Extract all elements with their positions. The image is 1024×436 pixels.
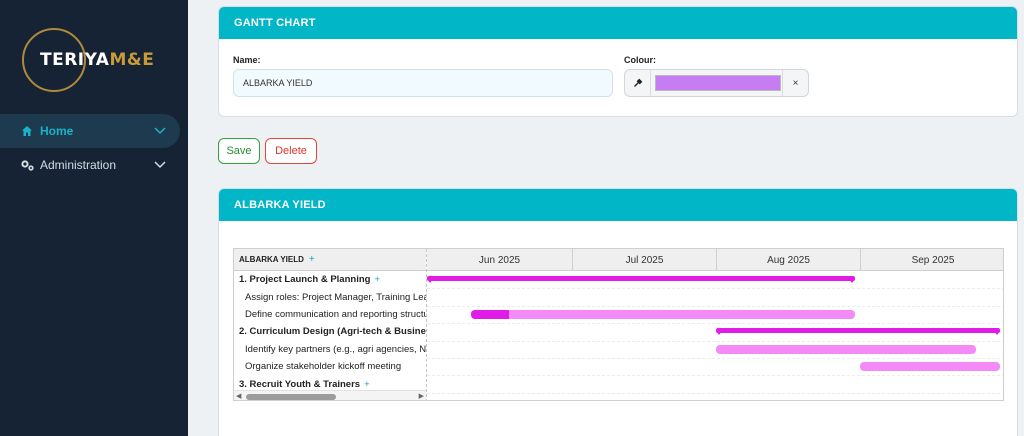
name-field[interactable]: ALBARKA YIELD xyxy=(233,69,613,97)
save-button[interactable]: Save xyxy=(218,138,260,164)
task-grid: ALBARKA YIELD + 1. Project Launch & Plan… xyxy=(234,249,427,400)
sidebar-item-home[interactable]: Home xyxy=(0,114,180,148)
task-progress xyxy=(470,309,509,319)
row-label: Assign roles: Project Manager, Training … xyxy=(245,291,426,303)
task-bar[interactable] xyxy=(470,309,856,319)
brand-logo: TERIYAM&E xyxy=(22,26,162,96)
task-row[interactable]: Define communication and reporting struc… xyxy=(234,306,426,323)
gantt-card: ALBARKA YIELD ALBARKA YIELD + 1. Project… xyxy=(218,188,1018,436)
row-gridline xyxy=(427,392,1003,394)
task-bar[interactable] xyxy=(860,362,1001,371)
row-gridline xyxy=(427,288,1003,290)
task-row[interactable]: Organize stakeholder kickoff meeting xyxy=(234,358,426,375)
phase-bar[interactable] xyxy=(427,276,856,283)
logo-text-part1: TERIYA xyxy=(40,50,110,70)
month-label: Aug 2025 xyxy=(716,249,860,271)
row-gridline xyxy=(427,375,1003,377)
row-gridline xyxy=(427,358,1003,359)
row-label: Define communication and reporting struc… xyxy=(245,308,426,320)
timeline: Jun 2025 Jul 2025 Aug 2025 Sep 2025 xyxy=(427,249,1003,400)
gantt-editor-card: GANTT CHART Name: ALBARKA YIELD Colour: … xyxy=(218,6,1018,117)
sidebar: TERIYAM&E Home Administration xyxy=(0,0,188,436)
scroll-right-icon[interactable]: ▶ xyxy=(419,392,424,400)
name-label: Name: xyxy=(233,55,261,65)
scrollbar-thumb[interactable] xyxy=(246,394,336,400)
add-subtask-button[interactable]: + xyxy=(364,379,370,390)
row-label: 1. Project Launch & Planning xyxy=(239,274,371,286)
row-gridline xyxy=(427,305,1003,307)
phase-row[interactable]: 2. Curriculum Design (Agri-tech & Busine… xyxy=(234,323,426,340)
clear-colour-button[interactable]: × xyxy=(782,70,808,96)
chevron-down-icon xyxy=(154,158,166,172)
card-title: GANTT CHART xyxy=(219,7,1017,39)
row-label: 3. Recruit Youth & Trainers xyxy=(239,378,361,390)
sidebar-item-label: Home xyxy=(40,124,74,138)
phase-bar[interactable] xyxy=(716,328,1001,336)
sidebar-item-label: Administration xyxy=(40,158,117,172)
scroll-left-icon[interactable]: ◀ xyxy=(236,392,241,400)
row-label: 2. Curriculum Design (Agri-tech & Busine… xyxy=(239,326,426,338)
horizontal-scrollbar[interactable]: ◀ ▶ xyxy=(234,390,426,400)
gantt-card-title: ALBARKA YIELD xyxy=(219,189,1017,221)
row-label: Organize stakeholder kickoff meeting xyxy=(245,361,402,373)
add-task-button[interactable]: + xyxy=(309,254,315,265)
task-column-header: ALBARKA YIELD + xyxy=(234,249,426,271)
chevron-down-icon xyxy=(154,124,166,138)
eyedropper-icon[interactable] xyxy=(625,70,651,96)
row-label: Identify key partners (e.g., agri agenci… xyxy=(245,343,426,355)
logo-text-part2: M&E xyxy=(109,50,155,70)
month-label: Sep 2025 xyxy=(860,249,1003,271)
logo-text: TERIYAM&E xyxy=(40,50,154,70)
row-gridline xyxy=(427,323,1003,325)
colour-picker: × xyxy=(624,69,809,97)
task-rows: 1. Project Launch & Planning + Assign role… xyxy=(234,271,426,393)
task-row[interactable]: Identify key partners (e.g., agri agenci… xyxy=(234,341,426,358)
colour-label: Colour: xyxy=(624,55,656,65)
colour-swatch[interactable] xyxy=(655,75,781,91)
row-gridline xyxy=(427,340,1003,342)
delete-button[interactable]: Delete xyxy=(265,138,317,164)
gantt-chart: ALBARKA YIELD + 1. Project Launch & Plan… xyxy=(233,248,1004,401)
home-icon xyxy=(20,124,34,138)
task-column-title: ALBARKA YIELD xyxy=(239,255,304,264)
task-bar[interactable] xyxy=(716,344,976,354)
gears-icon xyxy=(20,158,34,172)
month-label: Jun 2025 xyxy=(478,254,521,266)
timeline-header: Jun 2025 Jul 2025 Aug 2025 Sep 2025 xyxy=(427,249,1003,271)
add-subtask-button[interactable]: + xyxy=(374,274,380,285)
sidebar-item-administration[interactable]: Administration xyxy=(0,148,180,182)
month-label: Jul 2025 xyxy=(572,249,716,271)
phase-row[interactable]: 1. Project Launch & Planning + xyxy=(234,271,426,288)
task-row[interactable]: Assign roles: Project Manager, Training … xyxy=(234,288,426,305)
